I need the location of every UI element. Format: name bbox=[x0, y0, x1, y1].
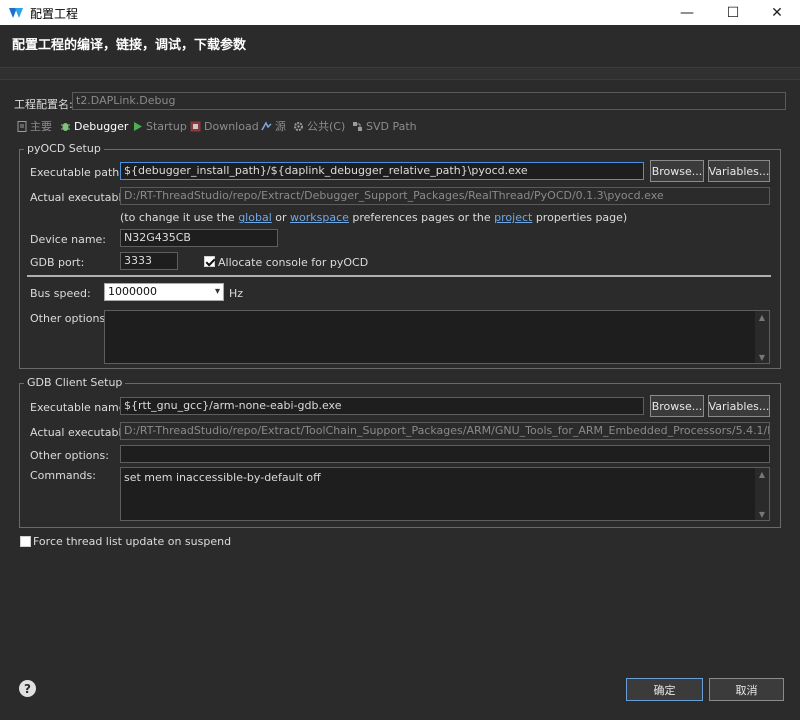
project-link[interactable]: project bbox=[494, 211, 532, 224]
pyocd-options-scrollbar[interactable]: ▲ ▼ bbox=[755, 311, 769, 363]
bus-speed-select[interactable]: 1000000 ▾ bbox=[104, 283, 224, 301]
tab-debugger-label: Debugger bbox=[74, 119, 129, 133]
pyocd-divider bbox=[27, 275, 771, 277]
help-icon[interactable]: ? bbox=[19, 680, 36, 697]
dialog-heading: 配置工程的编译，链接，调试，下载参数 bbox=[12, 38, 247, 53]
tab-svd-path[interactable]: SVD Path bbox=[352, 116, 417, 136]
gear-icon bbox=[293, 121, 304, 132]
gdb-browse-button[interactable]: Browse... bbox=[650, 395, 704, 417]
pyocd-actual-exec-field[interactable]: D:/RT-ThreadStudio/repo/Extract/Debugger… bbox=[120, 187, 770, 205]
hint-or: or bbox=[271, 211, 291, 224]
allocate-console-checkbox[interactable] bbox=[204, 256, 215, 267]
bus-speed-unit: Hz bbox=[229, 287, 244, 300]
gdb-other-options-input[interactable] bbox=[120, 445, 770, 463]
global-link[interactable]: global bbox=[238, 211, 272, 224]
commands-label: Commands: bbox=[30, 469, 96, 482]
gdb-client-setup-title: GDB Client Setup bbox=[24, 376, 126, 389]
close-button[interactable]: ✕ bbox=[754, 0, 800, 25]
allocate-console-label: Allocate console for pyOCD bbox=[218, 256, 369, 269]
maximize-button[interactable]: ☐ bbox=[710, 0, 756, 25]
scroll-up-icon[interactable]: ▲ bbox=[755, 311, 769, 323]
tab-common[interactable]: 公共(C) bbox=[293, 116, 345, 136]
gdb-exec-name-label: Executable name: bbox=[30, 401, 130, 414]
gdb-actual-exec-label: Actual executable: bbox=[30, 426, 133, 439]
gdb-exec-name-input[interactable]: ${rtt_gnu_gcc}/arm-none-eabi-gdb.exe bbox=[120, 397, 644, 415]
tab-source[interactable]: 源 bbox=[261, 116, 286, 136]
scroll-down-icon[interactable]: ▼ bbox=[755, 351, 769, 363]
play-icon bbox=[132, 121, 143, 132]
gdb-other-options-label: Other options: bbox=[30, 449, 109, 462]
scroll-down-icon[interactable]: ▼ bbox=[755, 508, 769, 520]
cancel-button[interactable]: 取消 bbox=[709, 678, 784, 701]
tab-main-label: 主要 bbox=[30, 120, 52, 133]
hint-prefix: (to change it use the bbox=[120, 211, 239, 224]
force-thread-checkbox[interactable] bbox=[20, 536, 31, 547]
force-thread-label: Force thread list update on suspend bbox=[33, 535, 232, 548]
bus-speed-value: 1000000 bbox=[108, 285, 157, 298]
ok-button[interactable]: 确定 bbox=[626, 678, 703, 701]
pyocd-setup-title: pyOCD Setup bbox=[24, 142, 104, 155]
tab-startup-label: Startup bbox=[146, 119, 187, 133]
commands-textarea[interactable]: set mem inaccessible-by-default off ▲ ▼ bbox=[120, 467, 770, 521]
tab-main[interactable]: 主要 bbox=[16, 116, 52, 136]
workspace-link[interactable]: workspace bbox=[290, 211, 349, 224]
gdb-port-input[interactable]: 3333 bbox=[120, 252, 178, 270]
pyocd-variables-button[interactable]: Variables... bbox=[708, 160, 770, 182]
svd-icon bbox=[352, 121, 363, 132]
tab-common-label: 公共(C) bbox=[307, 120, 346, 133]
download-icon bbox=[190, 121, 201, 132]
pyocd-exec-path-input[interactable]: ${debugger_install_path}/${daplink_debug… bbox=[120, 162, 644, 180]
tab-bar: 主要 Debugger Startup Download 源 公共(C) SVD… bbox=[10, 116, 790, 136]
pyocd-exec-path-label: Executable path: bbox=[30, 166, 123, 179]
commands-scrollbar[interactable]: ▲ ▼ bbox=[755, 468, 769, 520]
tab-download[interactable]: Download bbox=[190, 116, 259, 136]
preferences-hint: (to change it use the global or workspac… bbox=[120, 211, 627, 224]
window-titlebar: 配置工程 — ☐ ✕ bbox=[0, 0, 800, 25]
header-separator bbox=[0, 67, 800, 80]
minimize-button[interactable]: — bbox=[664, 0, 710, 25]
tab-debugger[interactable]: Debugger bbox=[57, 116, 132, 136]
gdb-port-label: GDB port: bbox=[30, 256, 85, 269]
pyocd-other-options-textarea[interactable]: ▲ ▼ bbox=[104, 310, 770, 364]
gdb-actual-exec-field[interactable]: D:/RT-ThreadStudio/repo/Extract/ToolChai… bbox=[120, 422, 770, 440]
window-bottom-edge bbox=[0, 712, 800, 720]
scroll-up-icon[interactable]: ▲ bbox=[755, 468, 769, 480]
hint-suffix: properties page) bbox=[532, 211, 628, 224]
pyocd-other-options-label: Other options: bbox=[30, 312, 109, 325]
commands-text: set mem inaccessible-by-default off bbox=[124, 471, 321, 484]
dialog-header: 配置工程的编译，链接，调试，下载参数 bbox=[0, 25, 800, 67]
device-name-input[interactable]: N32G435CB bbox=[120, 229, 278, 247]
pyocd-browse-button[interactable]: Browse... bbox=[650, 160, 704, 182]
tab-download-label: Download bbox=[204, 119, 259, 133]
window-title: 配置工程 bbox=[30, 7, 79, 21]
pyocd-actual-exec-label: Actual executable: bbox=[30, 191, 133, 204]
config-name-label: 工程配置名: bbox=[14, 98, 73, 111]
bus-speed-label: Bus speed: bbox=[30, 287, 91, 300]
device-name-label: Device name: bbox=[30, 233, 107, 246]
rt-thread-logo-icon bbox=[9, 8, 23, 18]
chevron-down-icon: ▾ bbox=[214, 286, 220, 297]
tab-svd-path-label: SVD Path bbox=[366, 119, 417, 133]
page-icon bbox=[16, 120, 27, 132]
bug-icon bbox=[60, 121, 71, 132]
source-icon bbox=[261, 120, 272, 132]
gdb-variables-button[interactable]: Variables... bbox=[708, 395, 770, 417]
config-name-field[interactable]: t2.DAPLink.Debug bbox=[72, 92, 786, 110]
tab-source-label: 源 bbox=[275, 120, 286, 133]
hint-middle: preferences pages or the bbox=[348, 211, 495, 224]
tab-startup[interactable]: Startup bbox=[132, 116, 187, 136]
